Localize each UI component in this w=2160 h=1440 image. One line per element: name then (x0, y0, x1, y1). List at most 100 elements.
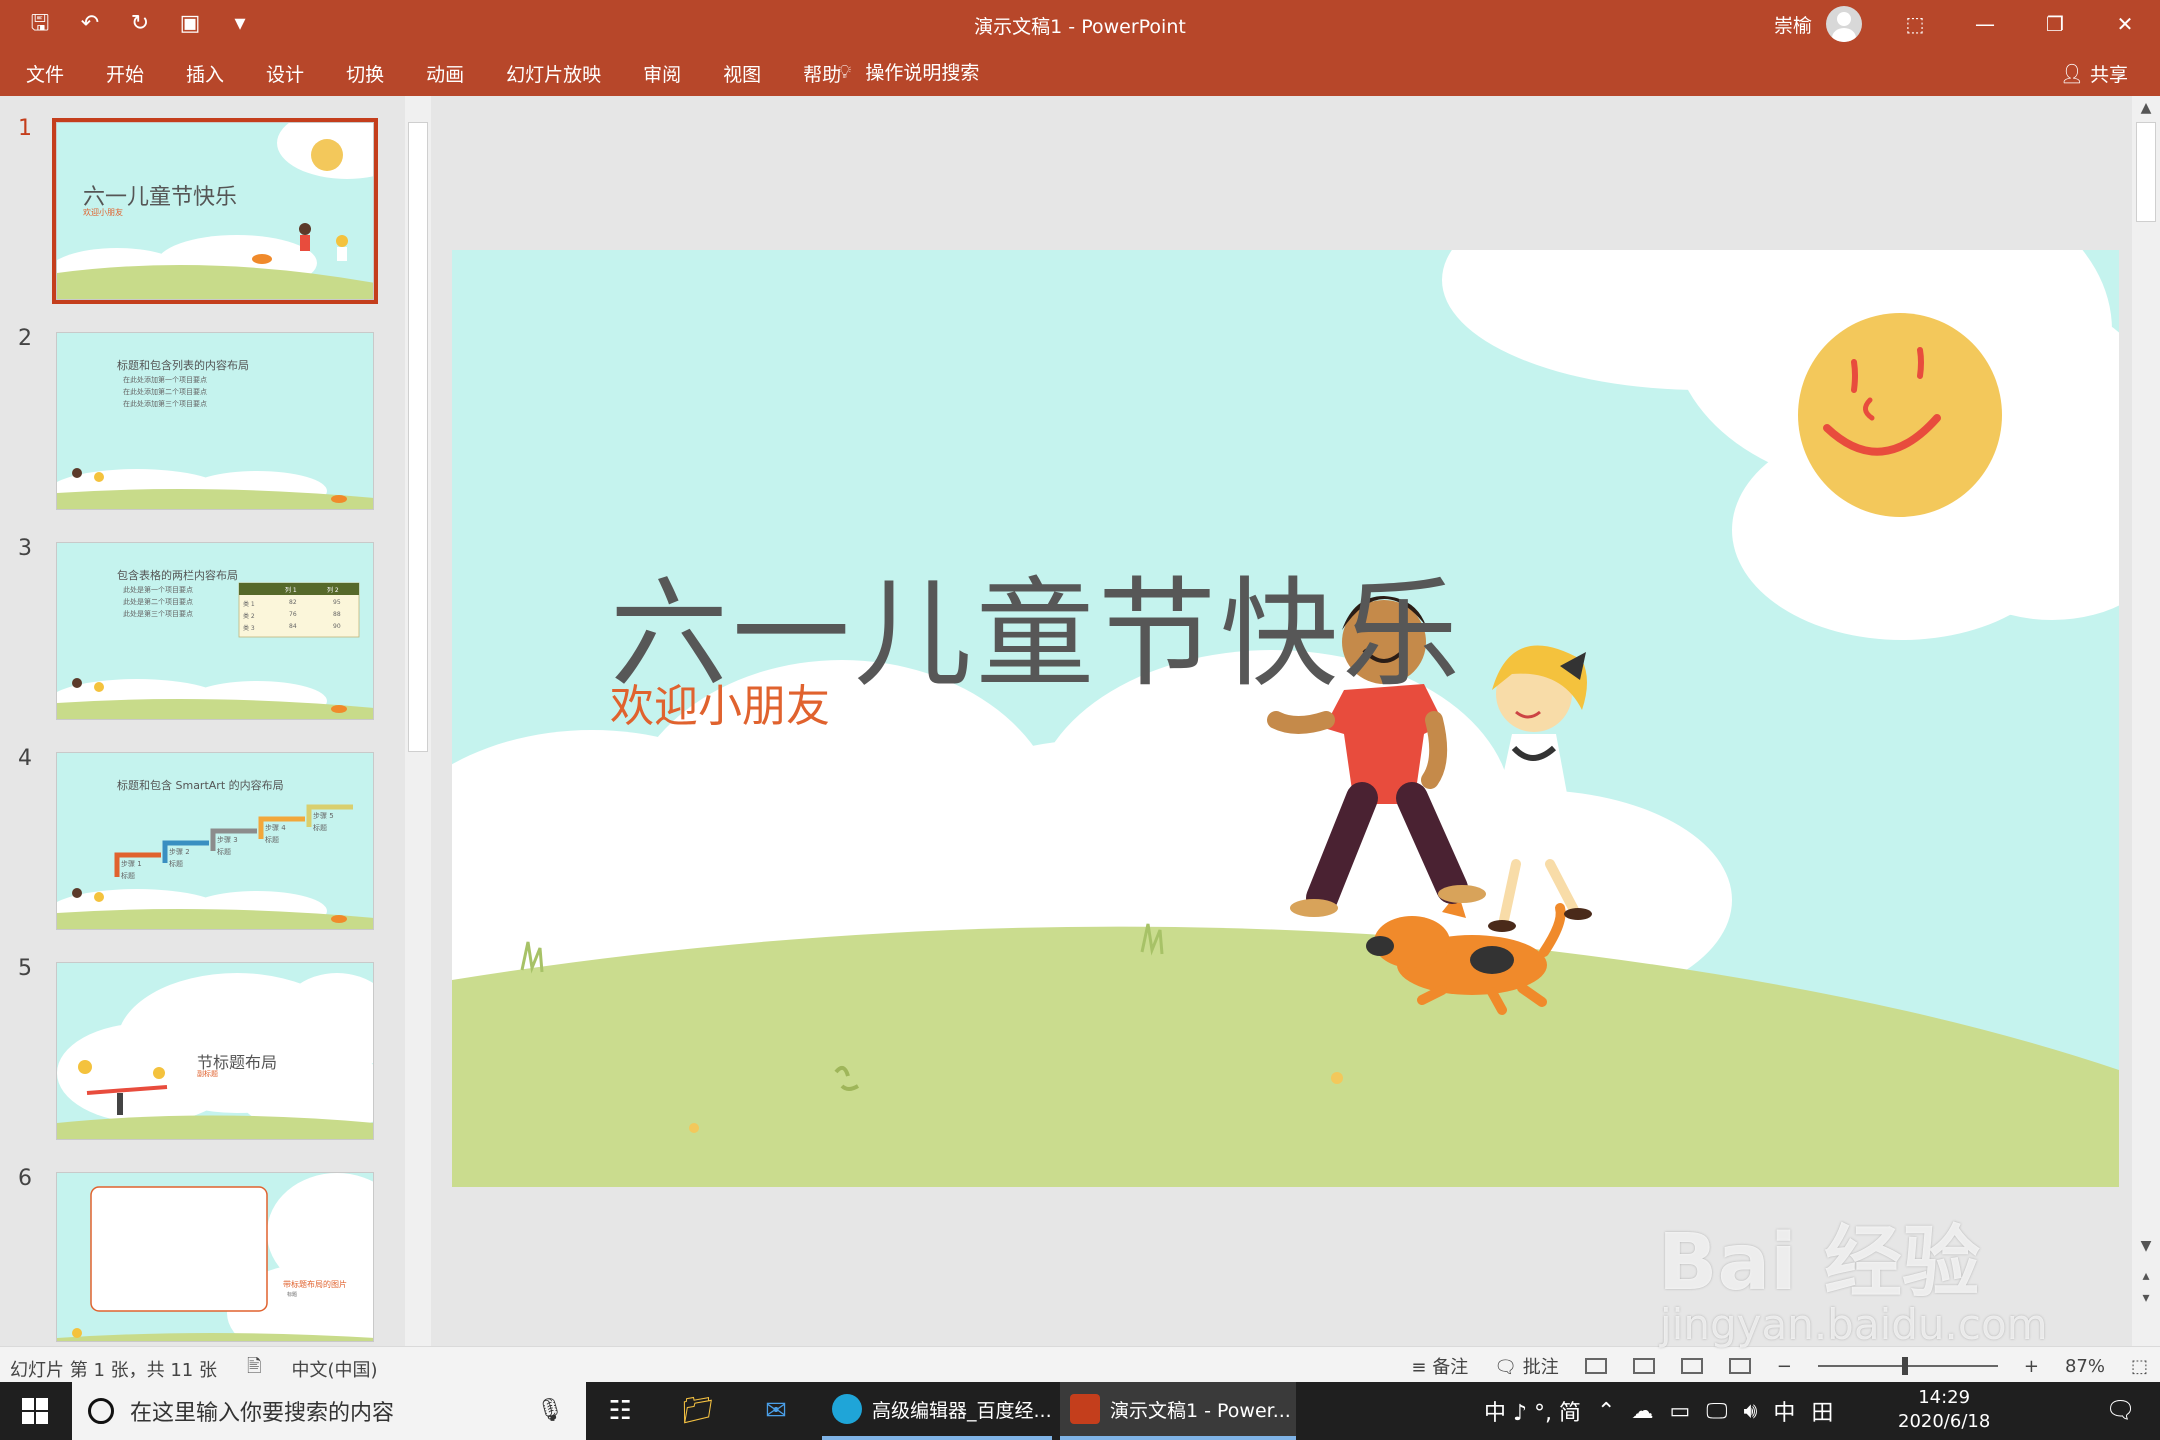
start-button[interactable] (0, 1382, 70, 1440)
task-view-icon[interactable]: ☷ (600, 1396, 640, 1426)
next-slide-icon[interactable]: ▾ (2136, 1290, 2156, 1306)
tell-me-search[interactable]: 💡︎ 操作说明搜索 (838, 58, 979, 85)
thumbnail-bullet: 此处是第一个项目要点 (123, 586, 193, 594)
taskbar-app-powerpoint[interactable]: 演示文稿1 - Power... (1060, 1382, 1296, 1440)
tab-slideshow[interactable]: 幻灯片放映 (506, 60, 601, 87)
thumbnail-slide-3[interactable]: 包含表格的两栏内容布局 此处是第一个项目要点 此处是第二个项目要点 此处是第三个… (56, 542, 374, 720)
thumbnails-scrollbar[interactable] (405, 96, 431, 1346)
thumbnail-item[interactable]: 2 标题和包含列表的内容布局 在此处添加第一个项目要点 在此处添加第二个项目要点… (0, 306, 400, 510)
thumbnail-number: 6 (18, 1166, 32, 1191)
tab-home[interactable]: 开始 (106, 60, 144, 87)
spellcheck-icon[interactable]: 🖹︎ (247, 1354, 261, 1384)
baidu-watermark-logo: Bai 经验 (1658, 1218, 1980, 1308)
share-button[interactable]: 👤︎ 共享 (2060, 60, 2128, 87)
clock-time: 14:29 (1918, 1387, 1971, 1408)
tell-me-label: 操作说明搜索 (865, 62, 980, 84)
ime-toolbar[interactable]: 中 ♪ °, 简 (1484, 1395, 1581, 1427)
thumbnail-title: 标题和包含 SmartArt 的内容布局 (117, 779, 284, 792)
status-bar: 幻灯片 第 1 张，共 11 张 🖹︎ 中文(中国) ≡ 备注 🗨︎ 批注 − … (0, 1346, 2160, 1382)
scroll-down-icon[interactable]: ▼ (2136, 1238, 2156, 1254)
slide-sorter-icon[interactable] (1632, 1358, 1655, 1374)
thumbnail-title: 带标题布局的图片 (283, 1280, 347, 1289)
tab-transitions[interactable]: 切换 (346, 60, 384, 87)
powerpoint-app-label: 演示文稿1 - Power... (1110, 1399, 1291, 1422)
thumbnail-title: 标题和包含列表的内容布局 (117, 359, 249, 372)
thumbnail-table-header: 列 1 (285, 587, 297, 594)
language-indicator[interactable]: 中文(中国) (291, 1356, 377, 1382)
volume-icon[interactable]: 🔊︎ (1743, 1399, 1757, 1424)
tab-view[interactable]: 视图 (723, 60, 761, 87)
editor-scroll-thumb[interactable] (2136, 122, 2156, 222)
thumbnail-item[interactable]: 1 六一儿童节快乐 欢迎小朋友 (0, 96, 400, 304)
file-explorer-icon[interactable]: 📁︎ (678, 1396, 718, 1426)
thumbnail-item[interactable]: 5 节标题布局 副标题 (0, 936, 400, 1140)
zoom-slider[interactable] (1817, 1357, 1998, 1375)
sun-illustration (1798, 313, 2002, 517)
thumbnail-slide-2[interactable]: 标题和包含列表的内容布局 在此处添加第一个项目要点 在此处添加第二个项目要点 在… (56, 332, 374, 510)
thumbnail-subtitle: 副标题 (197, 1070, 218, 1078)
slideshow-view-icon[interactable] (1728, 1358, 1751, 1374)
baidu-watermark-url: jingyan.baidu.com (1660, 1300, 2048, 1349)
thumbnail-slide-6[interactable]: 带标题布局的图片 标题 (56, 1172, 374, 1342)
normal-view-icon[interactable] (1584, 1358, 1607, 1374)
comments-button[interactable]: 🗨︎ 批注 (1494, 1353, 1559, 1379)
notes-button[interactable]: ≡ 备注 (1411, 1353, 1468, 1379)
thumbnails-scroll-thumb[interactable] (408, 122, 428, 752)
tab-design[interactable]: 设计 (266, 60, 304, 87)
person-icon: 👤︎ (2059, 63, 2084, 85)
notes-label: 备注 (1432, 1357, 1469, 1378)
window-controls: ⬚ — ❐ ✕ (1880, 0, 2160, 48)
thumbnail-item[interactable]: 4 标题和包含 SmartArt 的内容布局 步骤 1 步骤 2 步骤 3 步骤… (0, 726, 400, 930)
chevron-up-icon[interactable]: ⌃ (1597, 1399, 1615, 1424)
minimize-icon[interactable]: — (1950, 0, 2020, 48)
search-placeholder: 在这里输入你要搜索的内容 (130, 1401, 395, 1426)
tab-help[interactable]: 帮助 (803, 60, 841, 87)
reading-view-icon[interactable] (1680, 1358, 1703, 1374)
thumbnail-step-label: 标题 (313, 824, 327, 832)
ribbon-tabs: 文件 开始 插入 设计 切换 动画 幻灯片放映 审阅 视图 帮助 💡︎ 操作说明… (0, 48, 2160, 96)
ribbon-display-options-icon[interactable]: ⬚ (1880, 0, 1950, 48)
network-icon[interactable]: 🖵︎ (1706, 1399, 1727, 1424)
microphone-icon[interactable]: 🎙︎ (536, 1398, 564, 1423)
lightbulb-icon: 💡︎ (838, 60, 852, 83)
thumbnail-slide-1[interactable]: 六一儿童节快乐 欢迎小朋友 (52, 118, 378, 304)
tab-animations[interactable]: 动画 (426, 60, 464, 87)
thumbnail-table-cell: 76 (289, 611, 297, 618)
input-language[interactable]: 中 (1773, 1395, 1795, 1427)
editor-vertical-scrollbar[interactable]: ▲ ▼ ▴ ▾ (2132, 96, 2160, 1346)
zoom-level[interactable]: 87% (2065, 1356, 2105, 1377)
thumbnail-item[interactable]: 6 带标题布局的图片 标题 (0, 1146, 400, 1346)
tab-insert[interactable]: 插入 (186, 60, 224, 87)
slide-subtitle[interactable]: 欢迎小朋友 (610, 670, 830, 734)
previous-slide-icon[interactable]: ▴ (2136, 1268, 2156, 1284)
taskbar-app-edge[interactable]: 高级编辑器_百度经... (822, 1382, 1052, 1440)
taskbar-search-box[interactable]: 在这里输入你要搜索的内容 🎙︎ (72, 1382, 586, 1440)
restore-icon[interactable]: ❐ (2020, 0, 2090, 48)
tab-review[interactable]: 审阅 (643, 60, 681, 87)
thumbnail-slide-5[interactable]: 节标题布局 副标题 (56, 962, 374, 1140)
thumbnail-table-cell: 95 (333, 599, 341, 606)
scroll-up-icon[interactable]: ▲ (2136, 100, 2156, 116)
thumbnail-slide-4[interactable]: 标题和包含 SmartArt 的内容布局 步骤 1 步骤 2 步骤 3 步骤 4… (56, 752, 374, 930)
taskbar-clock[interactable]: 14:29 2020/6/18 (1898, 1386, 1990, 1434)
tab-file[interactable]: 文件 (26, 60, 64, 87)
zoom-out-icon[interactable]: − (1777, 1356, 1792, 1377)
thumbnail-number: 1 (18, 116, 32, 141)
onedrive-icon[interactable]: ☁ (1631, 1399, 1653, 1424)
main-slide-canvas[interactable]: 六一儿童节快乐 欢迎小朋友 (452, 250, 2119, 1187)
battery-icon[interactable]: ▭ (1669, 1399, 1690, 1424)
thumbnail-table-cell: 84 (289, 623, 297, 630)
zoom-in-icon[interactable]: + (2024, 1356, 2039, 1377)
thumbnail-table-cell: 类 3 (243, 625, 255, 632)
thumbnail-item[interactable]: 3 包含表格的两栏内容布局 此处是第一个项目要点 此处是第二个项目要点 此处是第… (0, 516, 400, 720)
mail-icon[interactable]: ✉ (756, 1396, 796, 1426)
ime-mode-icon[interactable]: 田 (1811, 1395, 1833, 1427)
close-icon[interactable]: ✕ (2090, 0, 2160, 48)
notification-center-icon[interactable]: 🗨︎ (2106, 1396, 2136, 1424)
slide-thumbnails-panel: 1 六一儿童节快乐 欢迎小朋友 2 标题和包含列表的内容布局 在此处添加第一个项… (0, 96, 430, 1346)
thumbnail-step: 步骤 2 (169, 848, 190, 856)
thumbnail-table-cell: 82 (289, 599, 297, 606)
user-account[interactable]: 崇榆 (1774, 6, 1863, 42)
fit-to-window-icon[interactable]: ⬚ (2131, 1356, 2148, 1377)
avatar[interactable] (1826, 6, 1863, 42)
